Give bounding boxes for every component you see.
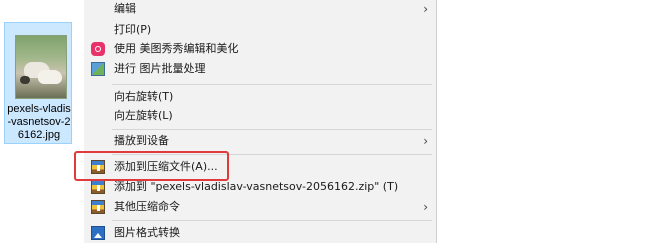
- chevron-right-icon: ›: [423, 134, 428, 148]
- chevron-right-icon: ›: [423, 2, 428, 16]
- annotation-highlight-box: [74, 151, 229, 181]
- context-menu: 编辑 › 打印(P) 使用 美图秀秀编辑和美化 进行 图片批量处理 向右旋转(T…: [84, 0, 437, 243]
- meitu-icon: [91, 42, 105, 56]
- menu-item-rotate-left[interactable]: 向左旋转(L): [84, 106, 436, 126]
- image-thumbnail: [15, 35, 67, 99]
- chevron-right-icon: ›: [423, 200, 428, 214]
- batch-process-icon: [91, 62, 105, 76]
- menu-item-label: 编辑: [114, 2, 136, 15]
- archive-icon: [91, 180, 105, 194]
- menu-separator: [112, 84, 432, 85]
- menu-item-image-convert[interactable]: 图片格式转换: [84, 223, 436, 243]
- image-convert-icon: [91, 226, 105, 240]
- menu-item-label: 打印(P): [114, 23, 152, 36]
- menu-item-label: 图片格式转换: [114, 226, 180, 239]
- desktop-area: pexels-vladis -vasnetsov-2 6162.jpg: [0, 0, 84, 243]
- menu-item-label: 其他压缩命令: [114, 200, 180, 213]
- menu-item-edit[interactable]: 编辑 ›: [84, 0, 436, 19]
- background-area: [437, 0, 650, 243]
- menu-item-meitu-edit[interactable]: 使用 美图秀秀编辑和美化: [84, 39, 436, 59]
- file-name-label: pexels-vladis -vasnetsov-2 6162.jpg: [7, 103, 71, 141]
- menu-item-rotate-right[interactable]: 向右旋转(T): [84, 87, 436, 107]
- menu-item-other-compress[interactable]: 其他压缩命令 ›: [84, 197, 436, 217]
- menu-item-label: 使用 美图秀秀编辑和美化: [114, 42, 239, 55]
- menu-item-print[interactable]: 打印(P): [84, 20, 436, 40]
- file-icon-selected[interactable]: pexels-vladis -vasnetsov-2 6162.jpg: [4, 22, 72, 144]
- menu-item-cast-to-device[interactable]: 播放到设备 ›: [84, 131, 436, 151]
- menu-separator: [112, 129, 432, 130]
- menu-separator: [112, 220, 432, 221]
- menu-item-batch-process[interactable]: 进行 图片批量处理: [84, 59, 436, 79]
- archive-icon: [91, 200, 105, 214]
- menu-item-label: 进行 图片批量处理: [114, 62, 206, 75]
- menu-item-label: 向左旋转(L): [114, 109, 173, 122]
- menu-item-label: 播放到设备: [114, 134, 169, 147]
- menu-item-label: 向右旋转(T): [114, 90, 174, 103]
